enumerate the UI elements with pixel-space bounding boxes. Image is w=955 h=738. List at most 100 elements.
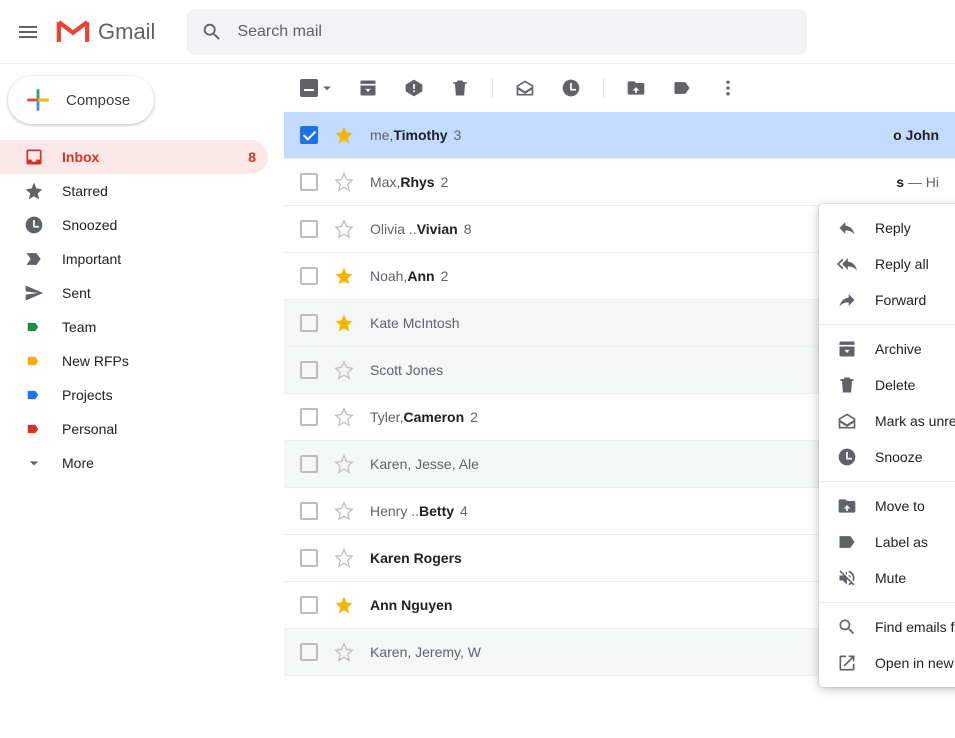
menu-archive[interactable]: Archive bbox=[819, 331, 955, 367]
row-checkbox[interactable] bbox=[300, 220, 318, 238]
sidebar-label: Personal bbox=[62, 421, 117, 437]
star-icon[interactable] bbox=[334, 313, 354, 333]
sidebar-label: Sent bbox=[62, 285, 91, 301]
star-icon[interactable] bbox=[334, 407, 354, 427]
labels-button[interactable] bbox=[662, 68, 702, 108]
row-checkbox[interactable] bbox=[300, 549, 318, 567]
menu-separator bbox=[819, 481, 955, 482]
mark-unread-button[interactable] bbox=[505, 68, 545, 108]
sidebar-item-snoozed[interactable]: Snoozed bbox=[0, 208, 268, 242]
important-icon bbox=[24, 249, 44, 269]
sidebar-item-starred[interactable]: Starred bbox=[0, 174, 268, 208]
star-icon[interactable] bbox=[334, 454, 354, 474]
menu-label: Mark as unread bbox=[875, 413, 955, 429]
star-icon[interactable] bbox=[334, 125, 354, 145]
sender: Henry .. Betty4 bbox=[370, 503, 468, 519]
star-icon[interactable] bbox=[334, 360, 354, 380]
sender: Karen, Jesse, Ale bbox=[370, 456, 479, 472]
menu-mute[interactable]: Mute bbox=[819, 560, 955, 596]
star-icon[interactable] bbox=[334, 642, 354, 662]
more-button[interactable] bbox=[708, 68, 748, 108]
separator bbox=[603, 78, 604, 98]
row-checkbox[interactable] bbox=[300, 408, 318, 426]
label-icon bbox=[24, 422, 42, 436]
sidebar-item-new-rfps[interactable]: New RFPs bbox=[0, 344, 268, 378]
sidebar-item-more[interactable]: More bbox=[0, 446, 268, 480]
row-checkbox[interactable] bbox=[300, 361, 318, 379]
select-all-checkbox[interactable] bbox=[300, 79, 336, 97]
delete-button[interactable] bbox=[440, 68, 480, 108]
label-icon bbox=[24, 354, 42, 368]
row-checkbox[interactable] bbox=[300, 314, 318, 332]
star-icon[interactable] bbox=[334, 219, 354, 239]
menu-label: Move to bbox=[875, 498, 925, 514]
inbox-icon bbox=[24, 147, 44, 167]
sender: Max, Rhys2 bbox=[370, 174, 448, 190]
sidebar-item-team[interactable]: Team bbox=[0, 310, 268, 344]
toolbar bbox=[284, 64, 955, 112]
row-checkbox[interactable] bbox=[300, 173, 318, 191]
email-row[interactable]: Max, Rhys2s — Hi bbox=[284, 159, 955, 206]
row-checkbox[interactable] bbox=[300, 267, 318, 285]
label-icon bbox=[24, 320, 42, 334]
sidebar-item-personal[interactable]: Personal bbox=[0, 412, 268, 446]
reply-all-icon bbox=[837, 254, 857, 274]
star-icon[interactable] bbox=[334, 266, 354, 286]
menu-mark-unread[interactable]: Mark as unread bbox=[819, 403, 955, 439]
move-to-button[interactable] bbox=[616, 68, 656, 108]
star-icon[interactable] bbox=[334, 501, 354, 521]
menu-reply-all[interactable]: Reply all bbox=[819, 246, 955, 282]
clock-icon bbox=[561, 78, 581, 98]
menu-find-from[interactable]: Find emails from Timothy Williamson bbox=[819, 609, 955, 645]
snooze-button[interactable] bbox=[551, 68, 591, 108]
report-spam-button[interactable] bbox=[394, 68, 434, 108]
snippet: o John bbox=[885, 127, 939, 143]
star-icon[interactable] bbox=[334, 548, 354, 568]
sidebar-label: Starred bbox=[62, 183, 108, 199]
clock-icon bbox=[837, 447, 857, 467]
row-checkbox[interactable] bbox=[300, 455, 318, 473]
sidebar-item-projects[interactable]: Projects bbox=[0, 378, 268, 412]
menu-label-as[interactable]: Label as bbox=[819, 524, 955, 560]
compose-label: Compose bbox=[66, 92, 130, 109]
menu-delete[interactable]: Delete bbox=[819, 367, 955, 403]
search-bar[interactable]: Search mail bbox=[187, 9, 807, 55]
sender: Olivia .. Vivian8 bbox=[370, 221, 471, 237]
menu-move-to[interactable]: Move to bbox=[819, 488, 955, 524]
row-checkbox[interactable] bbox=[300, 502, 318, 520]
menu-reply[interactable]: Reply bbox=[819, 210, 955, 246]
sidebar-label: Inbox bbox=[62, 149, 99, 165]
sidebar-item-sent[interactable]: Sent bbox=[0, 276, 268, 310]
email-row[interactable]: me, Timothy3o John bbox=[284, 112, 955, 159]
row-checkbox[interactable] bbox=[300, 643, 318, 661]
sender: Ann Nguyen bbox=[370, 597, 452, 613]
context-menu: Reply Reply all Forward Archive Delete M… bbox=[819, 204, 955, 687]
sidebar-item-inbox[interactable]: Inbox 8 bbox=[0, 140, 268, 174]
menu-label: Delete bbox=[875, 377, 915, 393]
star-icon[interactable] bbox=[334, 595, 354, 615]
menu-label: Open in new window bbox=[875, 655, 955, 671]
archive-button[interactable] bbox=[348, 68, 388, 108]
compose-button[interactable]: Compose bbox=[8, 76, 154, 124]
menu-forward[interactable]: Forward bbox=[819, 282, 955, 318]
menu-open-new-window[interactable]: Open in new window bbox=[819, 645, 955, 681]
trash-icon bbox=[837, 375, 857, 395]
gmail-logo[interactable]: Gmail bbox=[56, 19, 155, 45]
row-checkbox[interactable] bbox=[300, 126, 318, 144]
clock-icon bbox=[24, 215, 44, 235]
menu-label: Snooze bbox=[875, 449, 922, 465]
inbox-count: 8 bbox=[248, 149, 256, 165]
chevron-down-icon bbox=[24, 453, 44, 473]
search-icon bbox=[201, 21, 223, 43]
menu-icon[interactable] bbox=[16, 20, 40, 44]
sidebar-item-important[interactable]: Important bbox=[0, 242, 268, 276]
folder-move-icon bbox=[626, 78, 646, 98]
sidebar-label: Projects bbox=[62, 387, 113, 403]
reply-icon bbox=[837, 218, 857, 238]
sidebar-label: Important bbox=[62, 251, 121, 267]
sender: Scott Jones bbox=[370, 362, 443, 378]
menu-snooze[interactable]: Snooze bbox=[819, 439, 955, 475]
star-icon[interactable] bbox=[334, 172, 354, 192]
row-checkbox[interactable] bbox=[300, 596, 318, 614]
label-icon bbox=[24, 388, 42, 402]
